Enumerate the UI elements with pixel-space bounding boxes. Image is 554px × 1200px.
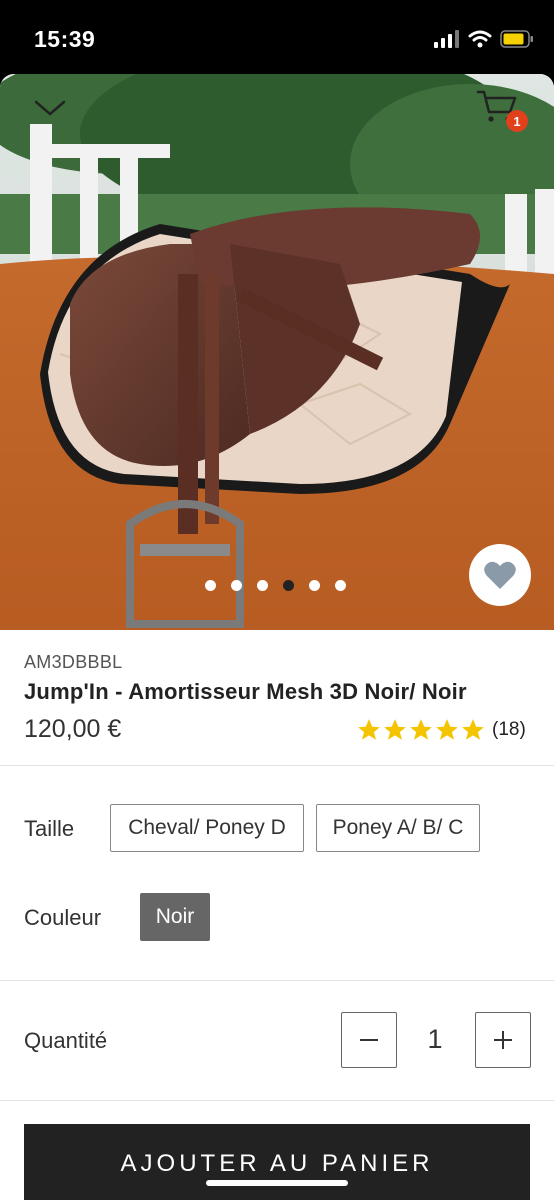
heart-icon: [484, 561, 516, 589]
size-option-cheval-poney-d[interactable]: Cheval/ Poney D: [110, 804, 304, 852]
product-title: Jump'In - Amortisseur Mesh 3D Noir/ Noir: [24, 679, 467, 704]
product-photo: [0, 74, 554, 630]
quantity-label: Quantité: [24, 1028, 108, 1053]
carousel-dot[interactable]: [205, 580, 216, 591]
cart-count-badge: 1: [506, 110, 528, 132]
status-time: 15:39: [34, 26, 96, 52]
wifi-icon: [468, 30, 492, 48]
size-label: Taille: [24, 816, 75, 841]
status-bar: 15:39: [0, 0, 554, 78]
carousel-dot-active[interactable]: [283, 580, 294, 591]
star-icon: [358, 719, 380, 740]
battery-icon: [500, 30, 533, 48]
carousel-dot[interactable]: [309, 580, 320, 591]
product-sheet: 1 AM3DBBBL Jump'In - Amortisseur Mesh 3D…: [0, 74, 554, 1200]
size-option-poney-abc[interactable]: Poney A/ B/ C: [316, 804, 480, 852]
star-icon: [384, 719, 406, 740]
quantity-increase-button[interactable]: [475, 1012, 531, 1068]
quantity-value[interactable]: 1: [410, 1024, 460, 1055]
add-to-cart-button[interactable]: AJOUTER AU PANIER: [24, 1124, 530, 1200]
favorite-button[interactable]: [469, 544, 531, 606]
carousel-dot[interactable]: [231, 580, 242, 591]
carousel-dot[interactable]: [335, 580, 346, 591]
cart-button[interactable]: 1: [476, 88, 530, 134]
color-label: Couleur: [24, 905, 102, 930]
product-sku: AM3DBBBL: [24, 652, 123, 672]
product-price: 120,00 €: [24, 715, 122, 743]
signal-icon: [434, 30, 459, 48]
star-icon: [410, 719, 432, 740]
status-icons: [434, 30, 534, 48]
chevron-down-icon: [34, 100, 66, 116]
divider: [0, 980, 554, 981]
product-rating[interactable]: (18): [356, 717, 526, 743]
home-indicator[interactable]: [206, 1180, 348, 1186]
star-icon: [436, 719, 458, 740]
carousel-dot[interactable]: [257, 580, 268, 591]
star-icon: [462, 719, 484, 740]
quantity-decrease-button[interactable]: [341, 1012, 397, 1068]
minus-icon: [360, 1039, 378, 1041]
review-count: (18): [492, 719, 526, 740]
color-option-noir[interactable]: Noir: [140, 893, 210, 941]
plus-icon: [494, 1031, 512, 1049]
close-chevron-button[interactable]: [30, 92, 70, 126]
product-image-carousel[interactable]: 1: [0, 74, 554, 630]
divider: [0, 1100, 554, 1101]
divider: [0, 765, 554, 766]
carousel-pagination: [205, 580, 346, 591]
